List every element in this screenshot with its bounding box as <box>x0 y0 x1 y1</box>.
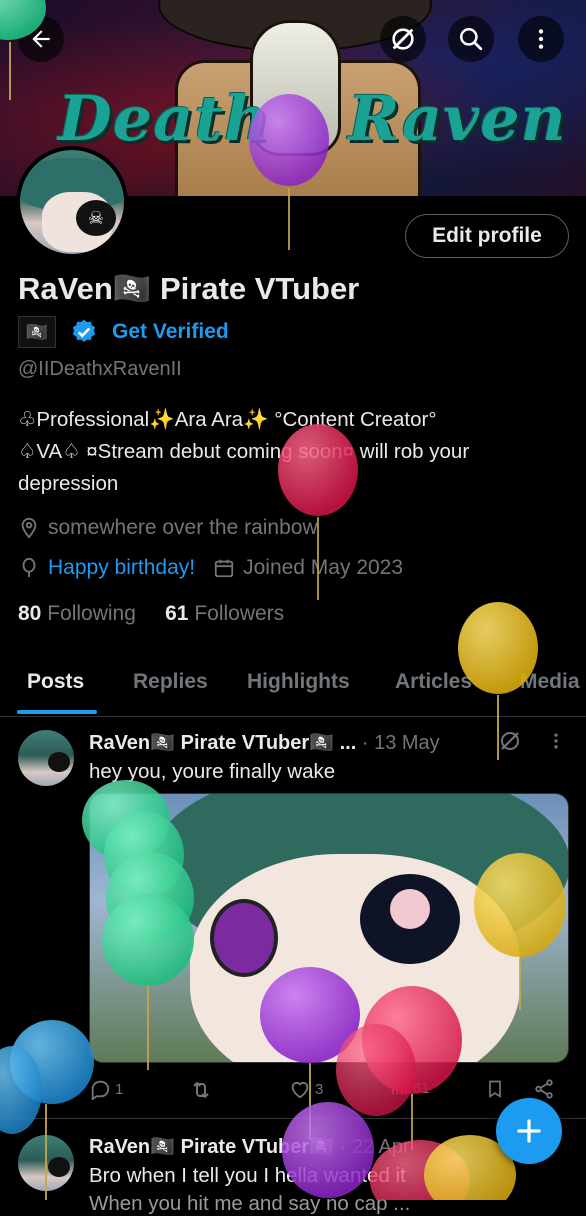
back-button[interactable] <box>18 16 64 62</box>
plus-icon <box>517 1119 541 1143</box>
reply-icon <box>91 1080 110 1100</box>
repost-icon <box>193 1081 209 1099</box>
post-header: RaVen🏴‍☠️ Pirate VTuber🏴‍☠️ ... · 13 May <box>89 730 440 755</box>
search-icon <box>460 28 483 51</box>
birthday-row: Happy birthday! Joined May 2023 <box>18 556 403 580</box>
profile-avatar[interactable]: ☠ <box>16 146 128 258</box>
post-time: · 13 May <box>361 732 440 754</box>
more-button[interactable] <box>518 16 564 62</box>
share-icon <box>535 1079 553 1099</box>
get-verified-link[interactable]: Get Verified <box>112 320 229 344</box>
active-tab-indicator <box>17 710 97 714</box>
repost-button[interactable] <box>189 1078 213 1102</box>
location-row: somewhere over the rainbow <box>18 516 318 540</box>
bookmark-button[interactable] <box>485 1078 505 1100</box>
tab-replies[interactable]: Replies <box>133 670 208 694</box>
username-handle: @IIDeathxRavenII <box>18 358 182 380</box>
verified-badge-icon <box>72 319 96 342</box>
grok-icon[interactable] <box>498 729 522 753</box>
joined-date: Joined May 2023 <box>243 556 404 579</box>
pirate-flag-icon: 🏴‍☠️ <box>18 316 56 348</box>
search-button[interactable] <box>448 16 494 62</box>
location-text: somewhere over the rainbow <box>48 516 318 539</box>
tab-media[interactable]: Media <box>520 670 580 694</box>
bio-line: ♤VA♤ ¤Stream debut coming soon¤ will rob… <box>18 440 470 463</box>
balloon-blue <box>0 1046 42 1134</box>
followers-link[interactable]: 61 Followers <box>165 602 284 625</box>
post-author[interactable]: RaVen🏴‍☠️ Pirate VTuber🏴‍☠️ ... <box>89 732 356 754</box>
banner-title-left: Death <box>58 82 271 155</box>
tab-posts[interactable]: Posts <box>27 670 84 694</box>
verify-row: 🏴‍☠️ Get Verified <box>18 316 229 348</box>
tab-highlights[interactable]: Highlights <box>247 670 350 694</box>
banner-title-right: Raven <box>348 82 567 155</box>
calendar-icon <box>214 559 234 578</box>
profile-tabs: Posts Replies Highlights Articles Media <box>0 660 586 717</box>
share-button[interactable] <box>533 1078 555 1100</box>
following-link[interactable]: 80 Following <box>18 602 136 625</box>
bookmark-icon <box>489 1080 501 1099</box>
compose-post-button[interactable] <box>496 1098 562 1164</box>
bio-line: ♧Professional✨Ara Ara✨ °Content Creator° <box>18 408 437 431</box>
location-pin-icon <box>21 517 37 539</box>
profile-bio: ♧Professional✨Ara Ara✨ °Content Creator°… <box>18 404 558 500</box>
reply-button[interactable]: 1 <box>89 1078 123 1100</box>
post-avatar[interactable] <box>18 1135 74 1191</box>
post-header: RaVen🏴‍☠️ Pirate VTuber🏴‍☠️ · 22 Apr <box>89 1134 410 1159</box>
balloon-icon <box>22 557 36 578</box>
post-text: Bro when I tell you I hella wanted it <box>89 1164 406 1187</box>
post-image[interactable] <box>89 793 569 1063</box>
grok-button[interactable] <box>380 16 426 62</box>
bio-line: depression <box>18 472 119 495</box>
skull-icon: ☠ <box>76 200 116 236</box>
post-avatar[interactable] <box>18 730 74 786</box>
edit-profile-button[interactable]: Edit profile <box>405 214 569 258</box>
more-vertical-icon <box>538 29 544 49</box>
birthday-link[interactable]: Happy birthday! <box>48 556 195 580</box>
like-button[interactable]: 3 <box>289 1078 323 1100</box>
post-text: When you hit me and say no cap ... <box>89 1192 411 1215</box>
post-time: · 22 Apr <box>339 1136 410 1158</box>
post-actions: 1 3 61 <box>89 1078 559 1108</box>
tab-articles[interactable]: Articles <box>395 670 472 694</box>
display-name: RaVen🏴‍☠️ Pirate VTuber <box>18 271 360 306</box>
more-vertical-icon[interactable] <box>546 731 566 751</box>
arrow-left-icon <box>32 30 50 48</box>
views-icon <box>392 1081 407 1095</box>
grok-icon <box>392 28 414 50</box>
heart-icon <box>291 1082 309 1099</box>
follow-stats: 80 Following 61 Followers <box>18 602 284 626</box>
post-text: hey you, youre finally wake <box>89 760 336 783</box>
views-button[interactable]: 61 <box>389 1078 430 1098</box>
post-author[interactable]: RaVen🏴‍☠️ Pirate VTuber🏴‍☠️ <box>89 1136 334 1158</box>
